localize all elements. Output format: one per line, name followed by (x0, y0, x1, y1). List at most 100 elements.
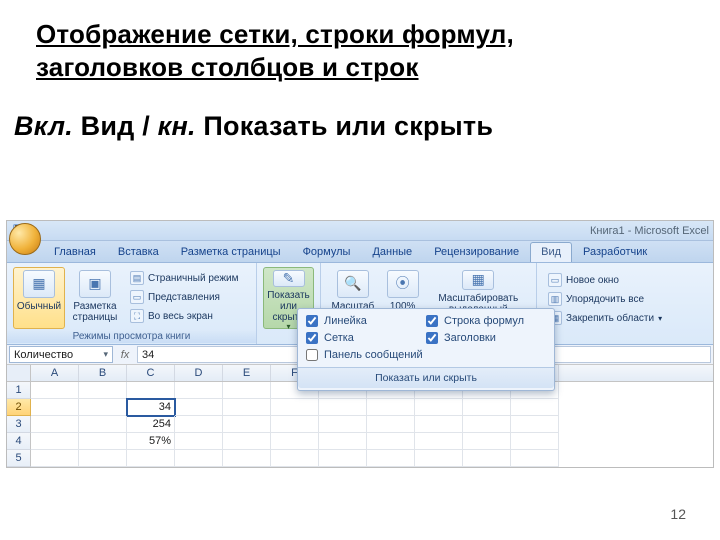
cell[interactable] (367, 433, 415, 450)
cell[interactable] (223, 416, 271, 433)
headings-checkbox[interactable]: Заголовки (426, 332, 546, 344)
formula-bar-checkbox[interactable]: Строка формул (426, 315, 546, 327)
tab-page-layout[interactable]: Разметка страницы (170, 242, 292, 262)
col-header[interactable]: B (79, 365, 127, 381)
cell[interactable] (367, 450, 415, 467)
custom-views-button[interactable]: ▭Представления (125, 288, 243, 306)
cell[interactable] (79, 450, 127, 467)
page-break-icon: ▤ (130, 271, 144, 285)
hundred-icon: ⦿ (387, 270, 419, 298)
normal-view-button[interactable]: ▦ Обычный (13, 267, 65, 329)
cell[interactable]: 57% (127, 433, 175, 450)
cell[interactable] (79, 433, 127, 450)
cell[interactable] (415, 416, 463, 433)
select-all-corner[interactable] (7, 365, 31, 381)
full-screen-button[interactable]: ⛶Во весь экран (125, 307, 243, 325)
cell-active[interactable]: 34 (127, 399, 175, 416)
cell[interactable] (31, 416, 79, 433)
ruler-check-icon[interactable] (306, 315, 318, 327)
cell[interactable] (463, 399, 511, 416)
cell[interactable] (511, 433, 559, 450)
col-header[interactable]: D (175, 365, 223, 381)
tab-formulas[interactable]: Формулы (292, 242, 362, 262)
cell[interactable] (175, 450, 223, 467)
tab-data[interactable]: Данные (361, 242, 423, 262)
cell[interactable] (271, 399, 319, 416)
tab-insert[interactable]: Вставка (107, 242, 170, 262)
cell[interactable] (31, 382, 79, 399)
tab-developer[interactable]: Разработчик (572, 242, 658, 262)
ruler-checkbox[interactable]: Линейка (306, 315, 426, 327)
tab-home[interactable]: Главная (43, 242, 107, 262)
cell[interactable] (79, 382, 127, 399)
row-header[interactable]: 4 (7, 433, 31, 450)
cell[interactable] (223, 450, 271, 467)
formula-bar-check-icon[interactable] (426, 315, 438, 327)
col-header[interactable]: E (223, 365, 271, 381)
cell[interactable] (127, 450, 175, 467)
new-window-button[interactable]: ▭Новое окно (543, 271, 667, 289)
show-hide-dropdown: Линейка Сетка Панель сообщений Строка фо… (297, 308, 555, 391)
page-layout-view-button[interactable]: ▣ Разметка страницы (69, 267, 121, 329)
cell[interactable]: 254 (127, 416, 175, 433)
tab-review[interactable]: Рецензирование (423, 242, 530, 262)
cell[interactable] (415, 433, 463, 450)
office-button[interactable] (9, 223, 41, 255)
cell[interactable] (271, 450, 319, 467)
row-header[interactable]: 1 (7, 382, 31, 399)
cell[interactable] (175, 382, 223, 399)
cell[interactable] (79, 399, 127, 416)
chevron-down-icon: ▾ (658, 314, 662, 323)
cell[interactable] (367, 416, 415, 433)
col-header[interactable]: C (127, 365, 175, 381)
slide-title: Отображение сетки, строки формул, заголо… (0, 0, 720, 83)
slide-subtitle: Вкл. Вид / кн. Показать или скрыть (0, 83, 720, 142)
cell[interactable] (79, 416, 127, 433)
headings-check-icon[interactable] (426, 332, 438, 344)
cell[interactable] (319, 416, 367, 433)
cell[interactable] (223, 382, 271, 399)
cell[interactable] (175, 433, 223, 450)
cell[interactable] (31, 450, 79, 467)
cell[interactable] (511, 450, 559, 467)
gridlines-check-icon[interactable] (306, 332, 318, 344)
cell[interactable] (511, 416, 559, 433)
group-label-views: Режимы просмотра книги (7, 330, 256, 343)
cell[interactable] (223, 433, 271, 450)
arrange-all-button[interactable]: ▥Упорядочить все (543, 290, 667, 308)
cell[interactable] (127, 382, 175, 399)
gridlines-checkbox[interactable]: Сетка (306, 332, 426, 344)
cell[interactable] (223, 399, 271, 416)
cell[interactable] (463, 450, 511, 467)
cell[interactable] (31, 433, 79, 450)
tab-view[interactable]: Вид (530, 242, 572, 262)
cell[interactable] (463, 416, 511, 433)
cell[interactable] (415, 399, 463, 416)
col-header[interactable]: A (31, 365, 79, 381)
cell[interactable] (271, 433, 319, 450)
cell[interactable] (319, 450, 367, 467)
cell[interactable] (511, 399, 559, 416)
cell[interactable] (415, 450, 463, 467)
name-box[interactable]: Количество▾ (9, 346, 113, 363)
cell[interactable] (271, 416, 319, 433)
cell[interactable] (175, 416, 223, 433)
row-header[interactable]: 5 (7, 450, 31, 467)
new-window-icon: ▭ (548, 273, 562, 287)
excel-window: 💾 Книга1 - Microsoft Excel Главная Встав… (6, 220, 714, 468)
row-header[interactable]: 2 (7, 399, 31, 416)
quick-access-toolbar: 💾 Книга1 - Microsoft Excel (7, 221, 713, 241)
row-header[interactable]: 3 (7, 416, 31, 433)
cell[interactable] (319, 399, 367, 416)
message-bar-check-icon[interactable] (306, 349, 318, 361)
cell[interactable] (31, 399, 79, 416)
cell[interactable] (319, 433, 367, 450)
cell[interactable] (367, 399, 415, 416)
message-bar-checkbox[interactable]: Панель сообщений (306, 349, 426, 361)
fx-icon[interactable]: fx (115, 345, 135, 364)
page-break-preview-button[interactable]: ▤Страничный режим (125, 269, 243, 287)
freeze-panes-button[interactable]: ▦Закрепить области ▾ (543, 309, 667, 327)
cell[interactable] (175, 399, 223, 416)
chevron-down-icon[interactable]: ▾ (103, 349, 108, 360)
cell[interactable] (463, 433, 511, 450)
